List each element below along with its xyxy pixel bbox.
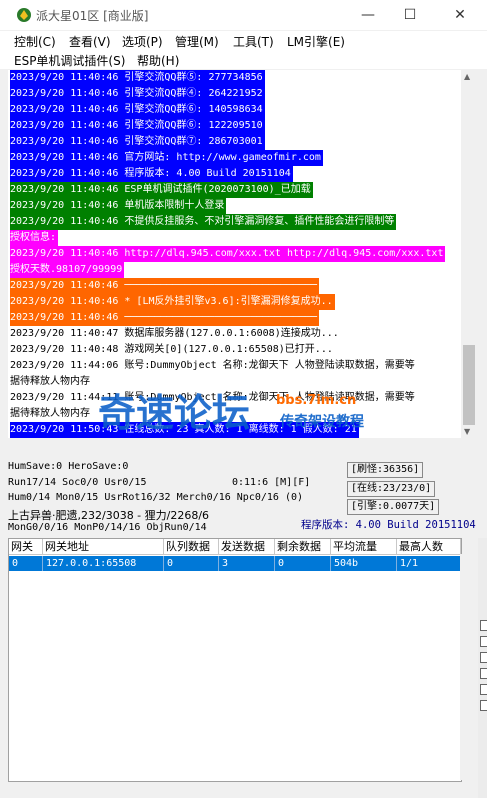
watermark-main: 奇速论坛 [98,391,250,435]
log-line: 2023/9/20 11:40:46 引擎交流QQ群⑥: 122209510 [10,118,265,134]
col-gateway[interactable]: 网关 [9,539,43,555]
table-row[interactable]: 0 127.0.0.1:65508 0 3 0 504b 1/1 [9,556,461,571]
status-timer: 0:11:6 [M][F] [232,477,311,488]
log-line: 2023/9/20 11:40:46 引擎交流QQ群④: 264221952 [10,86,265,102]
cell-gateway: 0 [9,556,43,571]
log-line: 2023/9/20 11:40:48 游戏网关[0](127.0.0.1:655… [10,344,333,355]
log-line: 据待释放人物内存 [10,408,90,419]
menu-tools[interactable]: 工具(T) [233,33,274,50]
checkbox-icon [480,652,487,663]
menu-manage[interactable]: 管理(M) [175,33,219,50]
table-vertical-scrollbar[interactable] [460,554,476,780]
app-icon [17,8,31,22]
col-gateway-address[interactable]: 网关地址 [43,539,164,555]
col-remaining-data[interactable]: 剩余数据 [275,539,331,555]
col-queue-data[interactable]: 队列数据 [164,539,219,555]
log-line: 2023/9/20 11:40:46 单机版本限制十人登录 [10,198,227,214]
log-line: 2023/9/20 11:40:46 官方网站: http://www.game… [10,150,323,166]
log-line: 授权信息: [10,230,59,246]
log-line: 2023/9/20 11:40:46 引擎交流QQ群⑦: 286703001 [10,134,265,150]
scroll-up-icon[interactable]: ▲ [464,72,470,81]
col-max-users[interactable]: 最高人数 [397,539,461,555]
online-count: [在线:23/23/0] [347,481,436,497]
checkbox-icon [480,700,487,711]
cell-queue: 0 [164,556,219,571]
checkbox-icon [480,636,487,647]
col-send-data[interactable]: 发送数据 [219,539,275,555]
minimize-button[interactable]: — [345,0,391,30]
menu-esp-plugin[interactable]: ESP单机调试插件(S) [14,52,125,69]
log-line: 2023/9/20 11:40:46 程序版本: 4.00 Build 2015… [10,166,293,182]
status-hum: Hum0/14 Mon0/15 UsrRot16/32 Merch0/16 Np… [8,492,304,503]
checkbox-icon [480,620,487,631]
watermark-url: bbs.7im.cn [276,393,356,408]
status-save: HumSave:0 HeroSave:0 [8,461,129,472]
watermark-logo: 奇速论坛 bbs.7im.cn 传奇架设教程 [98,382,418,442]
log-line: 2023/9/20 11:40:46 引擎交流QQ群⑤: 277734856 [10,70,265,86]
log-scroll-thumb[interactable] [463,345,475,425]
status-mon: MonG0/0/16 MonP0/14/16 ObjRun0/14 [8,522,207,533]
menu-view[interactable]: 查看(V) [69,33,111,50]
status-run: Run17/14 Soc0/0 Usr0/15 [8,477,147,488]
window-title: 派大星01区 [商业版] [36,9,149,23]
log-line: 2023/9/20 11:40:46 引擎交流QQ群⑥: 140598634 [10,102,265,118]
log-line: 2023/9/20 11:40:46 * [LM反外挂引擎v3.6]:引擎漏洞修… [10,294,335,310]
menu-options[interactable]: 选项(P) [122,33,163,50]
cell-address: 127.0.0.1:65508 [43,556,164,571]
menu-help[interactable]: 帮助(H) [137,52,179,69]
log-line: 2023/9/20 11:40:46 ESP单机调试插件(2020073100)… [10,182,313,198]
menu-bar-row2: ESP单机调试插件(S) 帮助(H) [0,50,487,69]
col-average-flow[interactable]: 平均流量 [331,539,397,555]
maximize-button[interactable]: ☐ [387,0,433,30]
engine-days: [引擎:0.0077天] [347,499,440,515]
menu-lm-engine[interactable]: LM引擎(E) [287,33,345,50]
cell-max: 1/1 [397,556,461,571]
log-line: 授权天数.98107/99999 [10,262,125,278]
log-line: 2023/9/20 11:40:46 ─────────────────────… [10,278,320,294]
cell-remaining: 0 [275,556,331,571]
log-line: 2023/9/20 11:40:46 不提供反挂服务、不对引擎漏洞修复、插件性能… [10,214,397,230]
checkbox-icon [480,668,487,679]
status-monster: 上古异兽·肥遗,232/3038 - 狸力/2268/6 [8,509,210,522]
log-line: 2023/9/20 11:40:46 http://dlq.945.com/xx… [10,246,446,262]
cell-average: 504b [331,556,397,571]
title-bar: 派大星01区 [商业版] — ☐ ✕ [0,0,487,30]
checkbox-icon [480,684,487,695]
menu-bar: 控制(C) 查看(V) 选项(P) 管理(M) 工具(T) LM引擎(E) [0,31,487,50]
gateway-table[interactable]: 网关 网关地址 队列数据 发送数据 剩余数据 平均流量 最高人数 0 127.0… [8,538,462,782]
log-line: 据待释放人物内存 [10,376,90,387]
cell-send: 3 [219,556,275,571]
scroll-down-icon[interactable]: ▼ [464,427,470,436]
log-line: 2023/9/20 11:40:46 ─────────────────────… [10,310,320,326]
watermark-sub: 传奇架设教程 [279,413,364,430]
log-line: 2023/9/20 11:44:06 账号:DummyObject 名称:龙御天… [10,360,415,371]
refresh-monster-count: [刷怪:36356] [347,462,424,478]
close-button[interactable]: ✕ [437,0,483,30]
log-line: 2023/9/20 11:40:47 数据库服务器(127.0.0.1:6008… [10,328,339,339]
program-version: 程序版本: 4.00 Build 20151104 [301,519,476,531]
menu-control[interactable]: 控制(C) [14,33,56,50]
